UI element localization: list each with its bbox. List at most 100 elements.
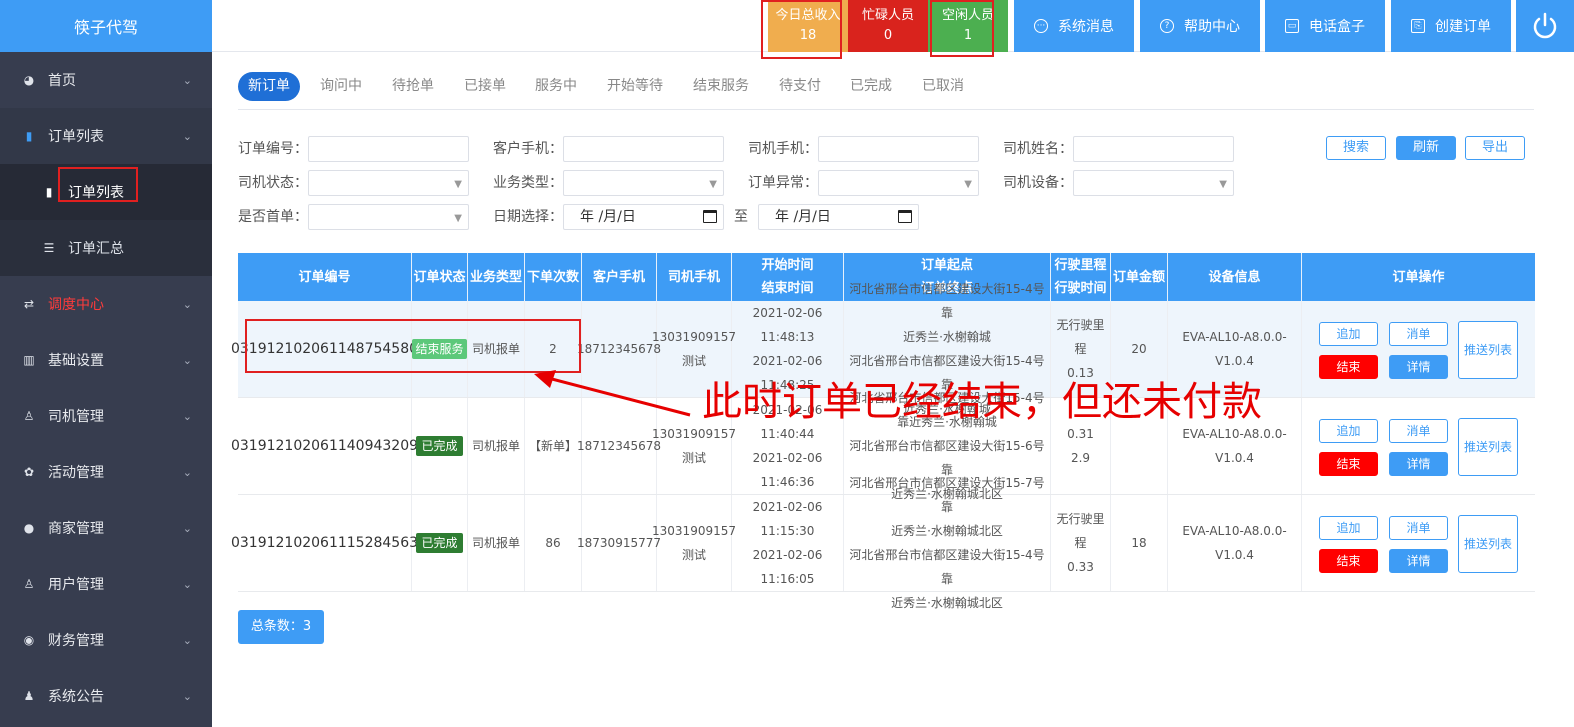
- first-order-select[interactable]: ▼: [308, 204, 469, 230]
- sidebar-subitem-order-summary[interactable]: ☰ 订单汇总: [0, 220, 212, 276]
- finance-icon: ◉: [23, 633, 35, 647]
- status-badge: 已完成: [416, 436, 463, 456]
- tab-accepted[interactable]: 已接单: [464, 72, 506, 101]
- push-list-button[interactable]: 推送列表: [1458, 515, 1518, 573]
- buildings-icon: ▥: [23, 353, 35, 367]
- start-point: 河北省邢台市信都区建设大街15-7号靠: [849, 476, 1045, 514]
- export-button[interactable]: 导出: [1465, 136, 1525, 160]
- push-list-button[interactable]: 推送列表: [1458, 321, 1518, 379]
- chevron-down-icon: ⌄: [182, 130, 192, 143]
- dashboard-icon: ◕: [23, 73, 35, 87]
- table-row: 031912102061115284563 已完成 司机报单 86 187309…: [231, 476, 1535, 610]
- mileage: 无行驶里程: [1056, 318, 1105, 356]
- end-time: 2021-02-06 11:46:36: [752, 451, 823, 489]
- push-list-button[interactable]: 推送列表: [1458, 418, 1518, 476]
- user-icon: ♙: [23, 577, 35, 591]
- sidebar-item-announcement[interactable]: ♟ 系统公告 ⌄: [0, 668, 212, 724]
- start-point-2: 近秀兰·水榭翰城: [903, 330, 991, 344]
- tab-in-service[interactable]: 服务中: [535, 72, 577, 101]
- annotation-text: 此时订单已经结束，但还未付款: [702, 379, 1262, 425]
- tab-inquiring[interactable]: 询问中: [320, 72, 362, 101]
- cancel-order-button[interactable]: 消单: [1389, 322, 1448, 346]
- sidebar-item-dispatch[interactable]: ⇄ 调度中心 ⌄: [0, 276, 212, 332]
- col-status: 订单状态: [412, 253, 468, 301]
- message-icon: ···: [1034, 19, 1048, 33]
- sidebar-item-activity-management[interactable]: ✿ 活动管理 ⌄: [0, 444, 212, 500]
- sidebar-item-label: 用户管理: [48, 577, 104, 593]
- app-root: 筷子代驾 ◕ 首页 ⌄ ▮ 订单列表 ⌄ ▮ 订单列表 ☰ 订单汇总 ⇄ 调度中…: [0, 0, 1574, 727]
- add-button[interactable]: 追加: [1319, 516, 1378, 540]
- driver-phone-label: 司机手机：: [748, 141, 818, 157]
- sidebar-item-driver-management[interactable]: ♙ 司机管理 ⌄: [0, 388, 212, 444]
- col-end-time: 结束时间: [761, 281, 814, 296]
- add-button[interactable]: 追加: [1319, 419, 1378, 443]
- tab-start-waiting[interactable]: 开始等待: [607, 72, 663, 101]
- chevron-down-icon: ▼: [709, 179, 717, 190]
- start-date-input[interactable]: 年 /月/日: [563, 204, 724, 230]
- tab-waiting-grab[interactable]: 待抢单: [392, 72, 434, 101]
- tab-completed[interactable]: 已完成: [850, 72, 892, 101]
- chevron-down-icon: ▼: [454, 213, 462, 224]
- driver-name-input[interactable]: [1073, 136, 1234, 162]
- driver-device-select[interactable]: ▼: [1073, 170, 1234, 196]
- tab-end-service[interactable]: 结束服务: [693, 72, 749, 101]
- status-cell: 已完成: [412, 495, 468, 591]
- count-cell: 86: [525, 495, 582, 591]
- chevron-down-icon: ⌄: [182, 298, 192, 311]
- driver-phone-input[interactable]: [818, 136, 979, 162]
- business-type-select[interactable]: ▼: [563, 170, 724, 196]
- total-count: 总条数：3: [238, 610, 324, 644]
- system-message-button[interactable]: ··· 系统消息: [1014, 0, 1134, 52]
- device-cell: EVA-AL10-A8.0.0-V1.0.4: [1168, 495, 1302, 591]
- sidebar-item-label: 订单列表: [48, 129, 104, 145]
- highlight-box-idle: [930, 0, 994, 57]
- refresh-button[interactable]: 刷新: [1396, 136, 1456, 160]
- detail-button[interactable]: 详情: [1389, 355, 1448, 379]
- driver-cell: 13031909157 测试: [652, 495, 736, 591]
- col-count: 下单次数: [525, 253, 582, 301]
- end-date-input[interactable]: 年 /月/日: [758, 204, 919, 230]
- help-center-button[interactable]: ? 帮助中心: [1140, 0, 1260, 52]
- driver-status-label: 司机状态：: [238, 175, 308, 191]
- driver-name-label: 司机姓名：: [1003, 141, 1073, 157]
- dispatch-icon: ⇄: [23, 297, 35, 311]
- customer-phone-cell: 18730915777: [577, 495, 661, 591]
- cancel-order-button[interactable]: 消单: [1389, 516, 1448, 540]
- driver-name: 测试: [681, 451, 706, 465]
- phone-box-button[interactable]: ▭ 电话盒子: [1265, 0, 1385, 52]
- chevron-down-icon: ⌄: [182, 354, 192, 367]
- order-exception-select[interactable]: ▼: [818, 170, 979, 196]
- end-button[interactable]: 结束: [1319, 355, 1378, 379]
- ops-cell: 追加 消单 结束 详情 推送列表: [1302, 301, 1535, 397]
- keyboard-icon: ▭: [1285, 19, 1299, 33]
- sidebar-item-home[interactable]: ◕ 首页 ⌄: [0, 52, 212, 108]
- detail-button[interactable]: 详情: [1389, 452, 1448, 476]
- sidebar-item-merchant-management[interactable]: ● 商家管理 ⌄: [0, 500, 212, 556]
- clipboard-icon: ▮: [45, 185, 53, 199]
- driver-phone: 13031909157: [652, 330, 736, 344]
- tab-new-order[interactable]: 新订单: [238, 72, 300, 101]
- create-order-button[interactable]: ⎘ 创建订单: [1391, 0, 1511, 52]
- calendar-icon[interactable]: [898, 210, 912, 223]
- button-label: 帮助中心: [1184, 19, 1240, 35]
- driver-status-select[interactable]: ▼: [308, 170, 469, 196]
- sidebar-item-basic-settings[interactable]: ▥ 基础设置 ⌄: [0, 332, 212, 388]
- cancel-order-button[interactable]: 消单: [1389, 419, 1448, 443]
- col-driver-phone: 司机手机: [657, 253, 732, 301]
- calendar-icon[interactable]: [703, 210, 717, 223]
- order-no-input[interactable]: [308, 136, 469, 162]
- add-button[interactable]: 追加: [1319, 322, 1378, 346]
- customer-phone-input[interactable]: [563, 136, 724, 162]
- tab-cancelled[interactable]: 已取消: [922, 72, 964, 101]
- tab-pending-payment[interactable]: 待支付: [779, 72, 821, 101]
- end-button[interactable]: 结束: [1319, 452, 1378, 476]
- end-button[interactable]: 结束: [1319, 549, 1378, 573]
- sidebar-item-order-list[interactable]: ▮ 订单列表 ⌄: [0, 108, 212, 164]
- detail-button[interactable]: 详情: [1389, 549, 1448, 573]
- sidebar-item-finance-management[interactable]: ◉ 财务管理 ⌄: [0, 612, 212, 668]
- logout-button[interactable]: [1516, 0, 1574, 52]
- search-button[interactable]: 搜索: [1326, 136, 1386, 160]
- sidebar-item-user-management[interactable]: ♙ 用户管理 ⌄: [0, 556, 212, 612]
- chevron-down-icon: ⌄: [182, 74, 192, 87]
- highlight-box-row: [245, 319, 581, 373]
